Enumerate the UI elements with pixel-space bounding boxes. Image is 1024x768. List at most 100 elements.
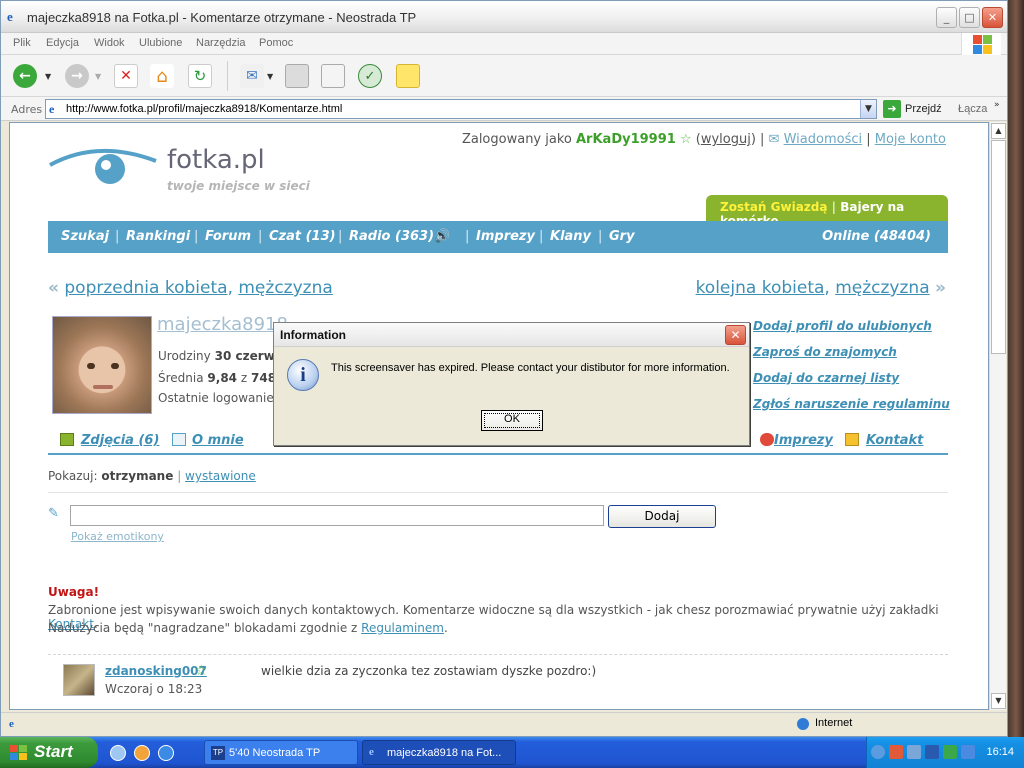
comment-text: wielkie dzia za zyczonka tez zostawiam d… — [261, 664, 597, 678]
next-male-link[interactable]: mężczyzna — [835, 278, 929, 298]
tab-about[interactable]: O mnie — [192, 433, 244, 448]
add-comment-button[interactable]: Dodaj — [608, 505, 716, 528]
stop-button[interactable]: ✕ — [114, 64, 138, 88]
nav-chat[interactable]: Czat (13) — [269, 229, 336, 244]
user-links: Zalogowany jako ArKaDy19991 ☆ (wyloguj) … — [461, 132, 946, 147]
go-arrow-icon: ➜ — [883, 100, 901, 118]
close-window-button[interactable]: ✕ — [982, 7, 1003, 28]
double-left-icon: « — [48, 278, 59, 298]
maximize-button[interactable]: □ — [959, 7, 980, 28]
tray-expand-icon[interactable] — [871, 745, 885, 759]
tray-volume-icon[interactable] — [961, 745, 975, 759]
nav-rankings[interactable]: Rankingi — [126, 229, 190, 244]
links-chevron-icon[interactable]: » — [994, 100, 1000, 110]
username-link[interactable]: ArKaDy19991 — [576, 132, 676, 147]
logout-link[interactable]: wyloguj — [701, 132, 751, 147]
mail-button[interactable]: ✉ — [240, 64, 264, 88]
next-female-link[interactable]: kolejna kobieta — [696, 278, 825, 298]
messages-link[interactable]: Wiadomości — [784, 132, 863, 147]
comment-username[interactable]: zdanosking007 — [105, 664, 207, 678]
logo-tagline: twoje miejsce w sieci — [167, 179, 310, 193]
vertical-scrollbar[interactable]: ▲ ▼ — [989, 122, 1006, 710]
ok-button[interactable]: OK — [481, 410, 543, 431]
menu-help[interactable]: Pomoc — [259, 37, 293, 49]
quicklaunch-ie-icon[interactable] — [158, 745, 174, 761]
prev-female-link[interactable]: poprzednia kobieta — [64, 278, 227, 298]
go-button[interactable]: ➜ Przejdź — [883, 100, 945, 118]
prev-male-link[interactable]: mężczyzna — [238, 278, 332, 298]
profile-name[interactable]: majeczka8918 — [157, 314, 288, 335]
address-input[interactable]: e http://www.fotka.pl/profil/majeczka891… — [45, 99, 877, 119]
comment-avatar[interactable] — [63, 664, 95, 696]
forward-dropdown-icon[interactable]: ▼ — [95, 72, 101, 81]
invite-friend-link[interactable]: Zaproś do znajomych — [753, 345, 897, 359]
task-neostrada[interactable]: TP 5'40 Neostrada TP — [204, 740, 358, 765]
task-browser[interactable]: e majeczka8918 na Fot... — [362, 740, 516, 765]
filter-received[interactable]: otrzymane — [101, 469, 173, 483]
blacklist-link[interactable]: Dodaj do czarnej listy — [753, 371, 899, 385]
envelope-icon: ✉ — [768, 132, 780, 147]
back-dropdown-icon[interactable]: ▼ — [45, 72, 51, 81]
tab-contact[interactable]: Kontakt — [866, 433, 923, 448]
refresh-button[interactable]: ↻ — [188, 64, 212, 88]
dialog-close-button[interactable]: ✕ — [725, 325, 746, 345]
nav-forum[interactable]: Forum — [205, 229, 251, 244]
tray-shield-icon[interactable] — [925, 745, 939, 759]
nav-events[interactable]: Imprezy — [476, 229, 535, 244]
show-emoticons-link[interactable]: Pokaż emotikony — [71, 530, 164, 543]
logged-as-label: Zalogowany jako — [461, 132, 572, 147]
menu-file[interactable]: Plik — [13, 37, 31, 49]
toolbar-separator — [227, 61, 228, 91]
comment-input[interactable] — [70, 505, 604, 526]
home-button[interactable]: ⌂ — [150, 64, 174, 88]
clock[interactable]: 16:14 — [986, 746, 1014, 758]
report-violation-link[interactable]: Zgłoś naruszenie regulaminu — [753, 397, 950, 411]
rules-link[interactable]: Regulaminem — [361, 621, 444, 635]
scroll-thumb[interactable] — [991, 140, 1006, 354]
system-tray: 16:14 — [866, 737, 1024, 768]
filter-given-link[interactable]: wystawione — [185, 469, 256, 483]
add-favorite-link[interactable]: Dodaj profil do ulubionych — [753, 319, 932, 333]
become-star-link[interactable]: Zostań Gwiazdą — [720, 200, 827, 214]
links-button[interactable]: Łącza — [958, 103, 987, 115]
mail-dropdown-icon[interactable]: ▼ — [267, 72, 273, 81]
edit-button[interactable] — [321, 64, 345, 88]
tray-network-icon[interactable] — [907, 745, 921, 759]
url-text[interactable]: http://www.fotka.pl/profil/majeczka8918/… — [66, 103, 342, 115]
logo-text[interactable]: fotka.pl — [167, 145, 265, 175]
nav-radio[interactable]: Radio (363) — [349, 229, 434, 244]
scroll-up-icon[interactable]: ▲ — [991, 123, 1006, 139]
nav-search[interactable]: Szukaj — [61, 229, 109, 244]
print-button[interactable] — [285, 64, 309, 88]
my-account-link[interactable]: Moje konto — [875, 132, 946, 147]
tab-events[interactable]: Imprezy — [774, 433, 833, 448]
online-count[interactable]: Online (48404) — [822, 229, 931, 244]
fotka-logo-icon — [49, 148, 157, 184]
tab-photos[interactable]: Zdjęcia (6) — [81, 433, 159, 448]
tray-messenger-icon[interactable] — [943, 745, 957, 759]
quicklaunch-mediaplayer-icon[interactable] — [134, 745, 150, 761]
back-button[interactable]: ← — [13, 64, 37, 88]
menu-favorites[interactable]: Ulubione — [139, 37, 182, 49]
notes-button[interactable] — [396, 64, 420, 88]
profile-avatar[interactable] — [52, 316, 152, 414]
start-button[interactable]: Start — [0, 737, 98, 768]
menu-view[interactable]: Widok — [94, 37, 125, 49]
nav-games[interactable]: Gry — [609, 229, 635, 244]
nav-clans[interactable]: Klany — [550, 229, 591, 244]
menu-tools[interactable]: Narzędzia — [196, 37, 246, 49]
forward-button[interactable]: → — [65, 64, 89, 88]
address-dropdown-icon[interactable]: ▼ — [860, 100, 876, 118]
menu-edit[interactable]: Edycja — [46, 37, 79, 49]
minimize-button[interactable]: _ — [936, 7, 957, 28]
show-label: Pokazuj: — [48, 469, 98, 483]
speaker-icon[interactable]: 🔊 — [434, 229, 450, 244]
warning-line-2: Nadużycia będą "nagradzane" blokadami zg… — [48, 621, 448, 635]
scroll-down-icon[interactable]: ▼ — [991, 693, 1006, 709]
messenger-button[interactable]: ✓ — [358, 64, 382, 88]
information-dialog: Information ✕ i This screensaver has exp… — [273, 322, 750, 446]
ie-page-icon: e — [7, 9, 13, 24]
tray-gear-icon[interactable] — [889, 745, 903, 759]
ie-task-icon: e — [369, 746, 374, 758]
quicklaunch-desktop-icon[interactable] — [110, 745, 126, 761]
